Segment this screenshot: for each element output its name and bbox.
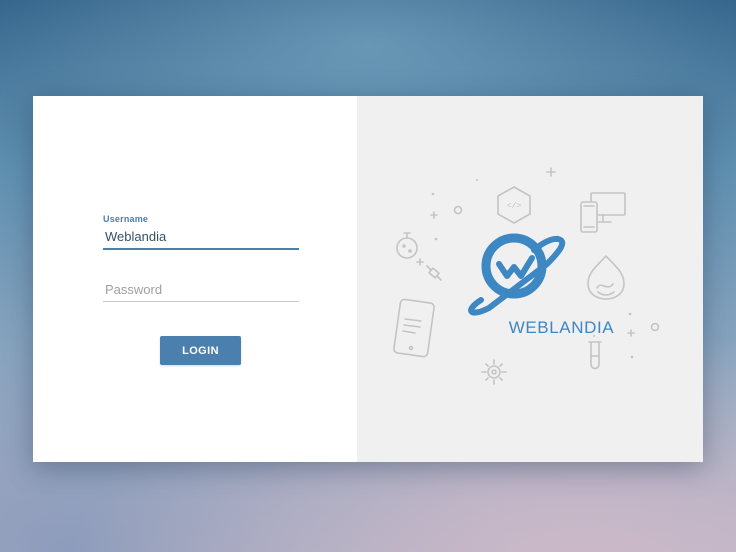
username-input[interactable] [103, 229, 299, 250]
brand-name: WEBLANDIA [508, 318, 615, 337]
brand-illustration: </> [393, 167, 660, 385]
mobile-phone-icon [393, 298, 435, 358]
login-button[interactable]: LOGIN [160, 336, 241, 365]
username-label: Username [103, 214, 149, 224]
drupal-icon [587, 255, 625, 300]
username-field: Username [103, 214, 299, 250]
devices-icon [580, 192, 626, 233]
compass-icon [396, 232, 418, 259]
planet-logo-icon [468, 233, 566, 316]
satellite-icon [426, 265, 442, 281]
gear-icon [481, 359, 507, 385]
login-card: Username LOGIN </> [33, 96, 703, 462]
login-panel: Username LOGIN [33, 96, 357, 462]
brand-panel: </> WEBLANDIA [357, 96, 703, 462]
password-input[interactable] [103, 282, 299, 302]
svg-text:</>: </> [507, 202, 522, 211]
password-field [103, 282, 299, 302]
test-tube-icon [588, 341, 602, 370]
code-hexagon-icon: </> [497, 186, 531, 224]
